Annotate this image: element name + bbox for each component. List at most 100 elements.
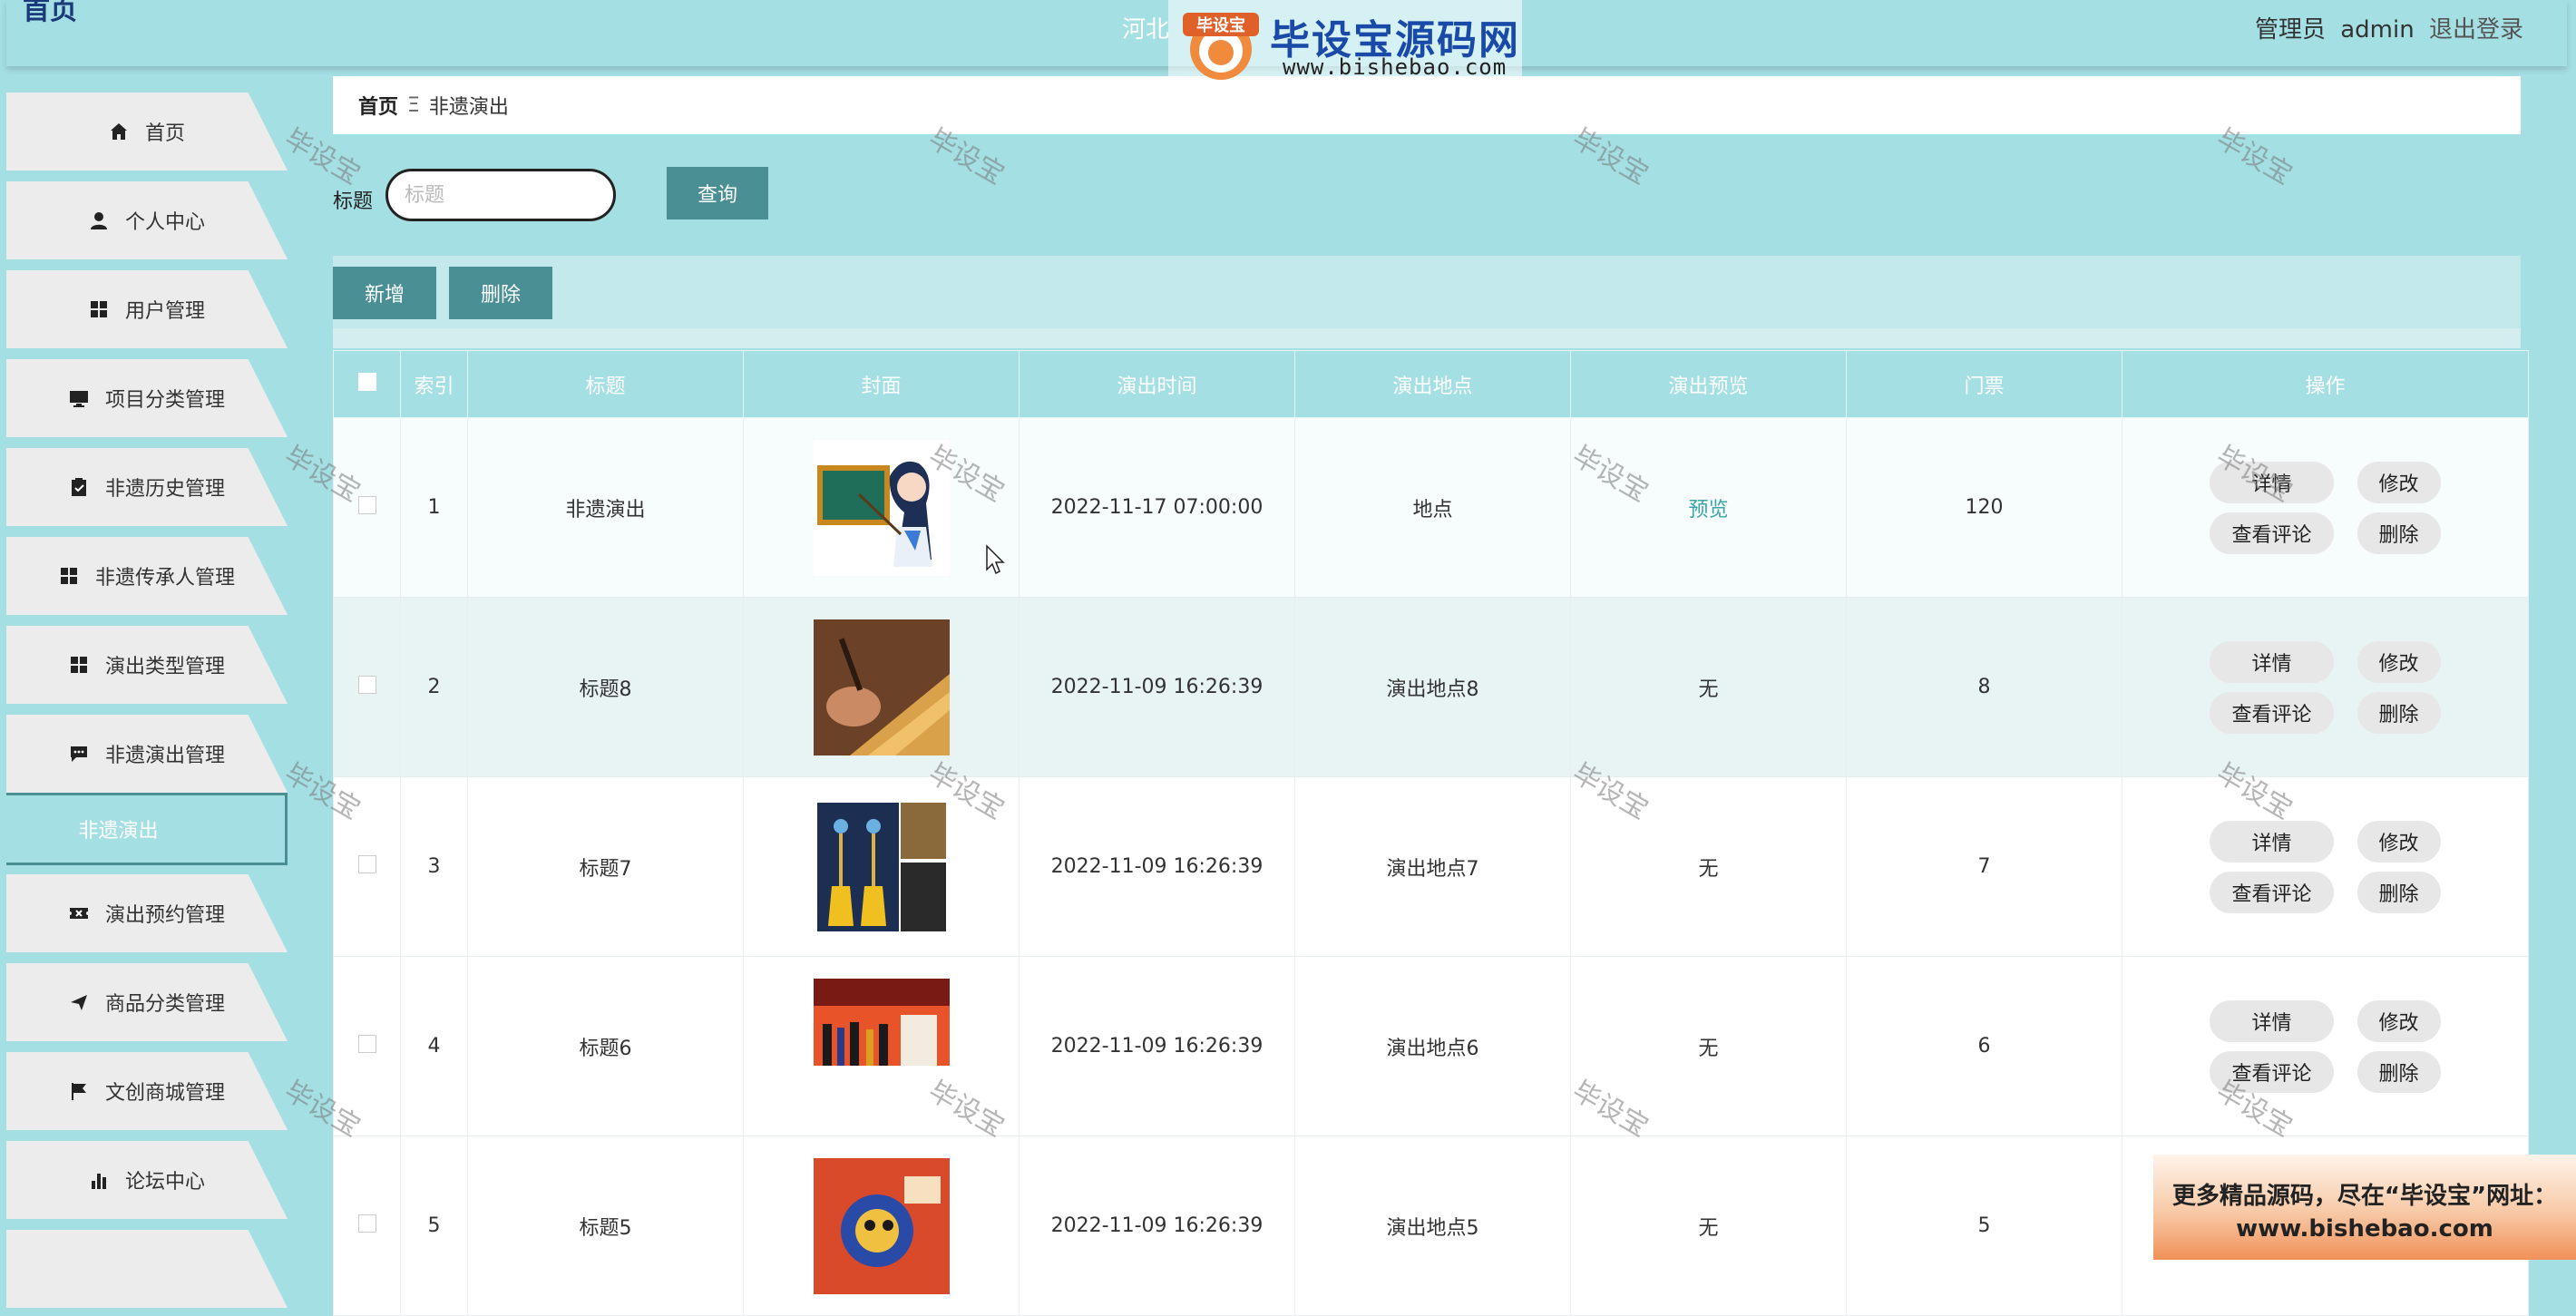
- column-header: 演出地点: [1294, 350, 1571, 418]
- time-cell: 2022-11-09 16:26:39: [1019, 956, 1295, 1136]
- search-button[interactable]: 查询: [667, 167, 768, 219]
- ops-cell: 详情 修改 查看评论 删除: [2122, 417, 2529, 598]
- sidebar-item-more[interactable]: [6, 1230, 288, 1308]
- detail-button[interactable]: 详情: [2210, 999, 2334, 1042]
- delete-button[interactable]: 删除: [2356, 512, 2441, 554]
- ad-banner[interactable]: 更多精品源码，尽在“毕设宝”网址： www.bishebao.com: [2153, 1155, 2576, 1260]
- index-cell: 3: [400, 776, 468, 957]
- column-header: 封面: [743, 350, 1020, 418]
- time-cell: 2022-11-09 16:26:39: [1019, 1136, 1295, 1316]
- preview-link[interactable]: 预览: [1688, 499, 1728, 522]
- title-cell: 非遗演出: [467, 417, 744, 598]
- table-row: 1 非遗演出 2022-11-17 07:00:00 地点 预览 120 详情 …: [333, 417, 2529, 598]
- preview-cell: 无: [1570, 1136, 1847, 1316]
- ops-cell: 详情 修改 查看评论 删除: [2122, 597, 2529, 777]
- action-panel: 新增 删除: [333, 256, 2521, 328]
- select-all-checkbox[interactable]: [357, 372, 376, 391]
- sidebar-item-label: 项目分类管理: [104, 389, 225, 412]
- title-cell: 标题8: [467, 597, 744, 777]
- sidebar-item-inheritor-management[interactable]: 非遗传承人管理: [6, 537, 288, 615]
- sidebar-item-forum-center[interactable]: 论坛中心: [6, 1141, 288, 1219]
- system-title: 河北: [1122, 16, 1170, 44]
- sidebar-item-user-management[interactable]: 用户管理: [6, 270, 288, 348]
- grid-icon: [69, 655, 89, 675]
- view-comments-button[interactable]: 查看评论: [2210, 691, 2334, 734]
- clipboard-check-icon: [69, 477, 89, 497]
- row-checkbox-cell: [333, 956, 401, 1136]
- sidebar: 首页 个人中心 用户管理 项目分类管理 非遗历史管理 非遗传承人管理 演出类型管…: [0, 80, 290, 1308]
- view-comments-button[interactable]: 查看评论: [2210, 512, 2334, 554]
- home-icon: [109, 122, 129, 141]
- sidebar-item-label: 演出预约管理: [104, 904, 225, 927]
- row-checkbox[interactable]: [357, 854, 376, 873]
- sidebar-item-heritage-history[interactable]: 非遗历史管理: [6, 448, 288, 526]
- search-label: 标题: [333, 190, 374, 213]
- add-button[interactable]: 新增: [333, 267, 436, 319]
- watermark-badge-text: 毕设宝: [1196, 15, 1245, 35]
- logout-link[interactable]: 退出登录: [2429, 16, 2523, 44]
- batch-delete-button[interactable]: 删除: [449, 267, 552, 319]
- row-checkbox[interactable]: [357, 1214, 376, 1233]
- preview-cell: 无: [1570, 776, 1847, 957]
- breadcrumb-current: 非遗演出: [428, 96, 509, 119]
- breadcrumb-separator: Ξ: [407, 93, 420, 117]
- detail-button[interactable]: 详情: [2210, 820, 2334, 863]
- column-header: 演出预览: [1570, 350, 1847, 418]
- row-checkbox-cell: [333, 776, 401, 957]
- cartoon-teacher-image: [813, 439, 950, 576]
- username: admin: [2340, 16, 2415, 44]
- delete-button[interactable]: 删除: [2356, 1050, 2441, 1093]
- cover-cell: [743, 1136, 1020, 1316]
- panel-divider: [333, 328, 2521, 348]
- index-cell: 2: [400, 597, 468, 777]
- sidebar-item-home[interactable]: 首页: [6, 93, 288, 171]
- sidebar-item-performance-management[interactable]: 非遗演出管理: [6, 715, 288, 793]
- sidebar-item-reservation-management[interactable]: 演出预约管理: [6, 874, 288, 952]
- edit-button[interactable]: 修改: [2356, 999, 2441, 1042]
- row-checkbox-cell: [333, 1136, 401, 1316]
- place-cell: 演出地点6: [1294, 956, 1571, 1136]
- ticket-cell: 120: [1846, 417, 2122, 598]
- sidebar-item-creative-mall[interactable]: 文创商城管理: [6, 1052, 288, 1130]
- send-icon: [69, 992, 89, 1012]
- breadcrumb-home[interactable]: 首页: [358, 91, 398, 120]
- ticket-cell: 8: [1846, 597, 2122, 777]
- index-cell: 4: [400, 956, 468, 1136]
- place-cell: 演出地点5: [1294, 1136, 1571, 1316]
- cover-cell: [743, 776, 1020, 957]
- sidebar-item-label: 论坛中心: [124, 1171, 205, 1194]
- delete-button[interactable]: 删除: [2356, 691, 2441, 734]
- view-comments-button[interactable]: 查看评论: [2210, 871, 2334, 913]
- flag-icon: [69, 1081, 89, 1101]
- delete-button[interactable]: 删除: [2356, 871, 2441, 913]
- row-checkbox[interactable]: [357, 495, 376, 514]
- title-cell: 标题6: [467, 956, 744, 1136]
- column-header: 索引: [400, 350, 468, 418]
- row-checkbox[interactable]: [357, 675, 376, 694]
- sidebar-item-goods-category[interactable]: 商品分类管理: [6, 963, 288, 1041]
- edit-button[interactable]: 修改: [2356, 640, 2441, 683]
- detail-button[interactable]: 详情: [2210, 461, 2334, 503]
- search-panel: 标题 查询: [333, 145, 2521, 256]
- detail-button[interactable]: 详情: [2210, 640, 2334, 683]
- sidebar-item-performance-type[interactable]: 演出类型管理: [6, 626, 288, 704]
- search-input[interactable]: [385, 169, 616, 221]
- sidebar-subitem-label: 非遗演出: [78, 820, 159, 843]
- sidebar-item-project-category[interactable]: 项目分类管理: [6, 359, 288, 437]
- time-cell: 2022-11-17 07:00:00: [1019, 417, 1295, 598]
- column-header: 门票: [1846, 350, 2122, 418]
- ticket-icon: [69, 903, 89, 923]
- sidebar-item-label: 首页: [144, 122, 185, 145]
- row-checkbox-cell: [333, 417, 401, 598]
- edit-button[interactable]: 修改: [2356, 461, 2441, 503]
- row-checkbox[interactable]: [357, 1034, 376, 1053]
- sidebar-item-label: 文创商城管理: [104, 1082, 225, 1105]
- sidebar-subitem-performance[interactable]: 非遗演出: [6, 793, 288, 865]
- sidebar-item-personal-center[interactable]: 个人中心: [6, 181, 288, 259]
- main-content: 首页 Ξ 非遗演出 标题 查询 新增 删除 索引 标题 封面 演出时间: [292, 73, 2567, 1316]
- sidebar-item-label: 个人中心: [124, 211, 205, 234]
- sidebar-item-label: 商品分类管理: [104, 993, 225, 1016]
- ops-cell: 详情 修改 查看评论 删除: [2122, 956, 2529, 1136]
- view-comments-button[interactable]: 查看评论: [2210, 1050, 2334, 1093]
- edit-button[interactable]: 修改: [2356, 820, 2441, 863]
